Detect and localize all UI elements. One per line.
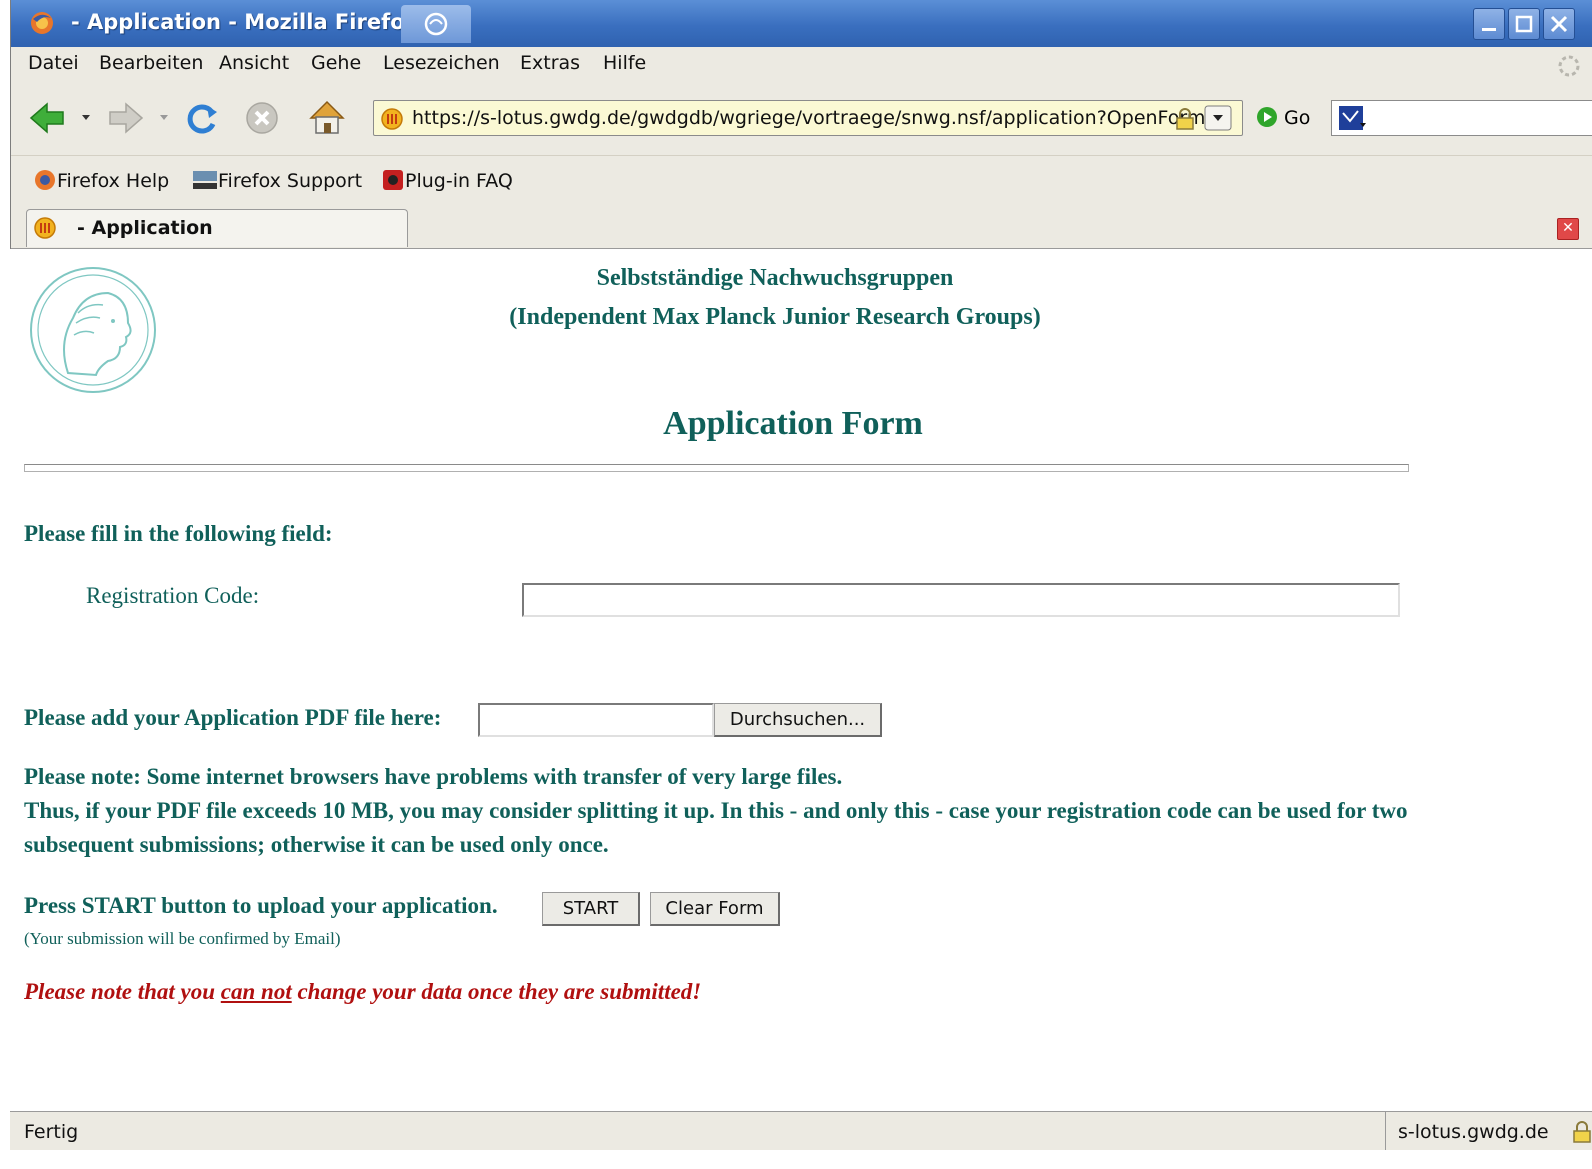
site-icon: [381, 108, 403, 130]
warning-emphasis: can not: [220, 979, 292, 1004]
header-title-en: (Independent Max Planck Junior Research …: [509, 304, 1041, 330]
firefox-help-icon: [35, 170, 55, 190]
note-line-1: Please note: Some internet browsers have…: [24, 764, 843, 789]
close-window-button[interactable]: [1543, 8, 1575, 40]
plugin-icon: [383, 170, 403, 190]
title-bar: - Application - Mozilla Firefox: [11, 0, 1592, 47]
back-arrow-icon[interactable]: [27, 100, 67, 136]
go-label[interactable]: Go: [1284, 107, 1310, 129]
window-title: - Application - Mozilla Firefox: [71, 10, 419, 34]
status-text: Fertig: [24, 1121, 79, 1143]
maximize-button[interactable]: [1508, 8, 1540, 40]
page-title: Application Form: [663, 405, 923, 442]
menu-ansicht[interactable]: Ansicht: [219, 52, 289, 74]
status-host: s-lotus.gwdg.de: [1398, 1121, 1549, 1143]
url-text[interactable]: https://s-lotus.gwdg.de/gwdgdb/wgriege/v…: [412, 107, 1205, 129]
firefox-icon: [31, 12, 53, 34]
clear-form-button[interactable]: Clear Form: [650, 892, 780, 926]
browse-button[interactable]: Durchsuchen...: [714, 703, 882, 737]
note-line-2: Thus, if your PDF file exceeds 10 MB, yo…: [24, 798, 1408, 823]
warning-post: change your data once they are submitted…: [291, 979, 702, 1004]
warning-note: Please note that you can not change your…: [24, 979, 701, 1005]
forward-dropdown-icon[interactable]: [159, 112, 169, 122]
tab-label: - Application: [77, 217, 213, 239]
status-bar: Fertig s-lotus.gwdg.de: [10, 1111, 1592, 1151]
lock-icon: [1573, 1121, 1591, 1143]
minimize-icon: [1482, 28, 1496, 31]
bookmark-plugin-faq[interactable]: Plug-in FAQ: [381, 168, 513, 192]
tab-application[interactable]: - Application: [26, 209, 408, 247]
menu-hilfe[interactable]: Hilfe: [603, 52, 646, 74]
pdf-prompt: Please add your Application PDF file her…: [24, 705, 442, 730]
forward-arrow-icon[interactable]: [106, 100, 146, 136]
title-extra-tab[interactable]: [401, 5, 471, 43]
lock-icon: [1176, 108, 1194, 130]
swirl-icon: [424, 12, 448, 36]
search-input[interactable]: [1331, 100, 1592, 136]
maximize-icon: [1515, 15, 1533, 33]
bookmark-label: Firefox Support: [218, 170, 363, 192]
zine-icon: [193, 171, 217, 189]
start-button[interactable]: START: [542, 892, 640, 926]
confirm-note: (Your submission will be confirmed by Em…: [24, 929, 341, 948]
start-prompt: Press START button to upload your applic…: [24, 893, 498, 918]
menu-gehe[interactable]: Gehe: [311, 52, 361, 74]
divider: [24, 464, 1409, 472]
menu-lesezeichen[interactable]: Lesezeichen: [383, 52, 500, 74]
bottom-strip: [0, 1150, 1592, 1169]
note-line-3: subsequent submissions; otherwise it can…: [24, 832, 609, 857]
menu-bearbeiten[interactable]: Bearbeiten: [99, 52, 203, 74]
throbber-icon: [1558, 55, 1580, 77]
menu-extras[interactable]: Extras: [520, 52, 580, 74]
stop-icon[interactable]: [244, 100, 280, 136]
tab-close-icon[interactable]: ✕: [1557, 218, 1579, 240]
status-security[interactable]: s-lotus.gwdg.de: [1385, 1112, 1592, 1151]
dropdown-icon[interactable]: [1204, 105, 1232, 131]
header-title-de: Selbstständige Nachwuchsgruppen: [596, 265, 954, 291]
page-content: Selbstständige Nachwuchsgruppen (Indepen…: [10, 249, 1592, 1111]
bookmark-firefox-support[interactable]: Firefox Support: [192, 168, 362, 192]
site-icon: [34, 217, 56, 239]
back-dropdown-icon[interactable]: [81, 112, 91, 122]
registration-code-input[interactable]: [522, 583, 1400, 617]
pdf-file-input[interactable]: [478, 703, 714, 737]
bookmark-firefox-help[interactable]: Firefox Help: [33, 168, 169, 192]
go-button[interactable]: Go: [1256, 106, 1310, 129]
registration-code-label: Registration Code:: [86, 583, 260, 608]
fill-prompt: Please fill in the following field:: [24, 521, 333, 546]
bookmark-label: Plug-in FAQ: [405, 170, 513, 192]
menu-datei[interactable]: Datei: [28, 52, 79, 74]
bookmark-label: Firefox Help: [57, 170, 170, 192]
url-bar[interactable]: https://s-lotus.gwdg.de/gwdgdb/wgriege/v…: [373, 100, 1243, 136]
close-icon: [1550, 15, 1568, 33]
search-engine-icon[interactable]: [1338, 105, 1368, 131]
home-icon[interactable]: [307, 98, 347, 136]
minimize-button[interactable]: [1473, 8, 1505, 40]
warning-pre: Please note that you: [24, 979, 221, 1004]
go-icon: [1257, 107, 1277, 127]
reload-icon[interactable]: [183, 100, 221, 136]
